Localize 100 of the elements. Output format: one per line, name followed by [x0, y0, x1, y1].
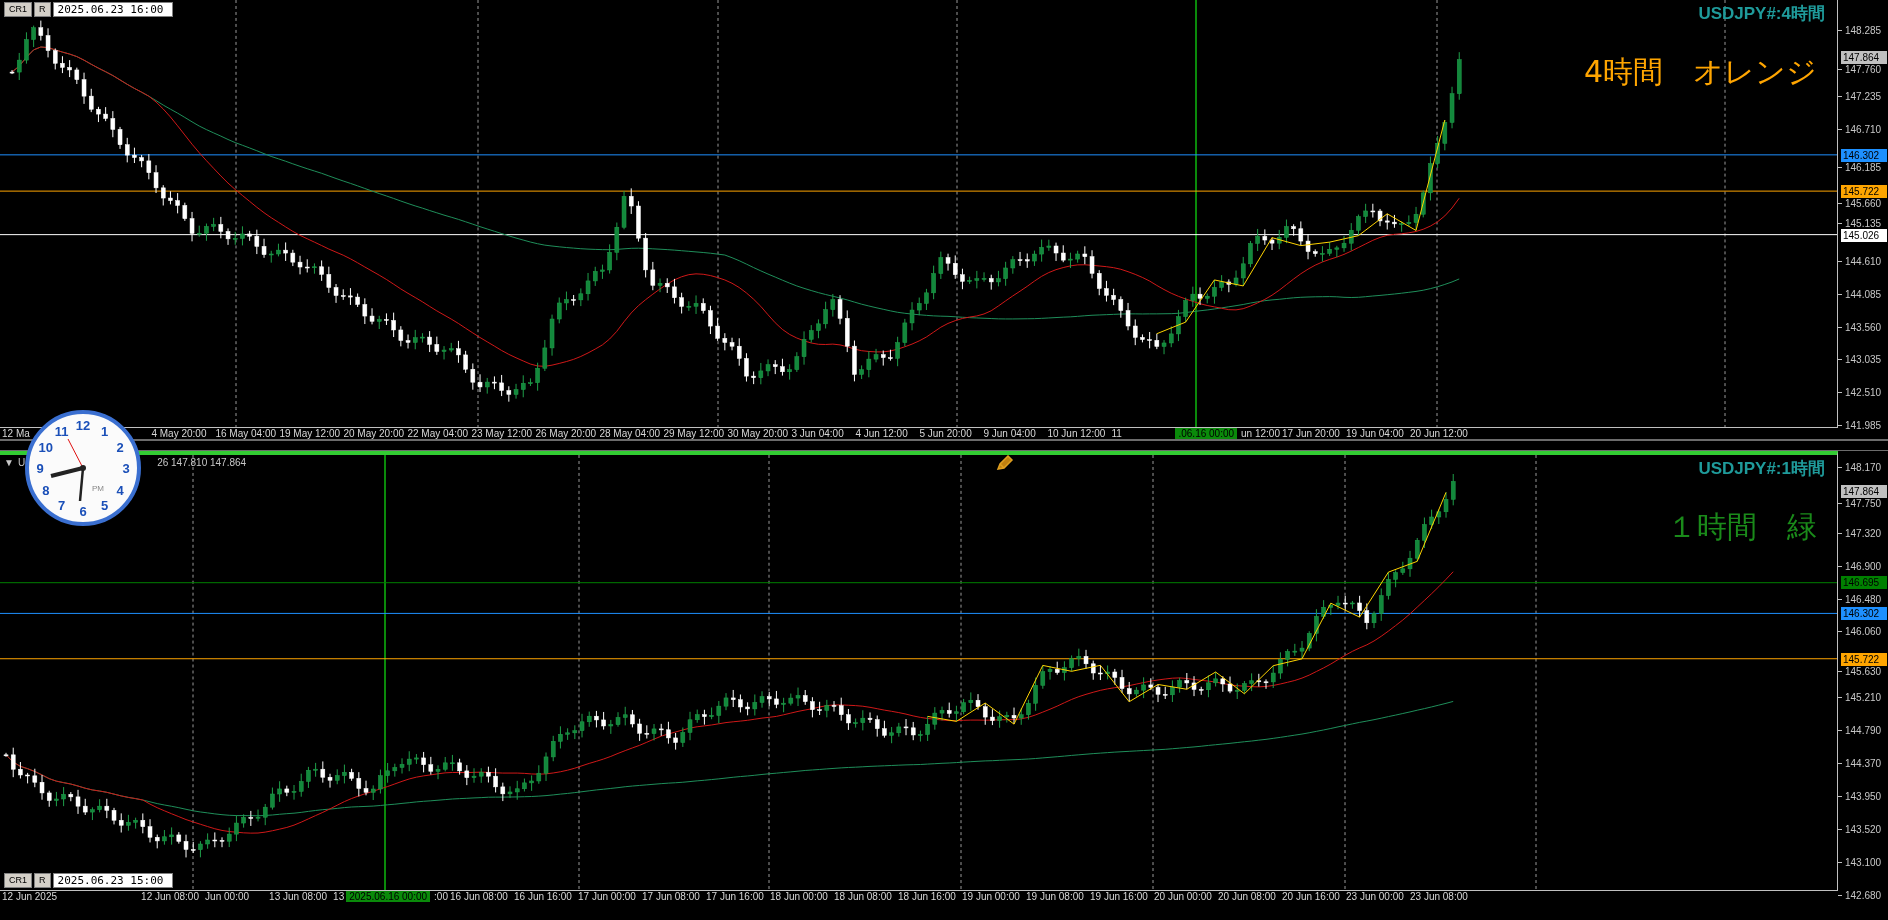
current-price-tag: 147.864	[1841, 50, 1887, 64]
price-tick: 148.170	[1838, 461, 1882, 474]
time-label: 17 Jun 00:00	[578, 891, 637, 902]
time-label: 11	[1111, 428, 1123, 439]
time-label: :00	[434, 891, 449, 902]
time-label: 12 Ma	[1, 428, 30, 439]
time-label: 13	[333, 891, 346, 902]
price-tag: 146.302	[1841, 148, 1887, 162]
time-label: 20 Jun 12:00	[1410, 428, 1469, 439]
chart-title: USDJPY#:4時間	[1698, 3, 1825, 25]
clock-numeral: 10	[38, 439, 53, 455]
price-tick: 143.950	[1838, 790, 1882, 803]
time-label: 22 May 04:00	[407, 428, 470, 439]
time-label: 16 Jun 16:00	[514, 891, 573, 902]
time-marker-label: .06.16 00:00	[1175, 428, 1238, 439]
chart-note: 4時間 オレンジ	[1583, 53, 1817, 91]
price-tick: 144.370	[1838, 757, 1882, 770]
clock-numeral: 7	[57, 498, 66, 514]
chart-title: USDJPY#:1時間	[1698, 458, 1825, 480]
price-tick: 142.510	[1838, 386, 1882, 399]
clock-numeral: 3	[122, 461, 130, 476]
chart-button[interactable]: CR1	[4, 2, 32, 17]
clock-numeral: 12	[75, 418, 91, 433]
time-label: 18 Jun 16:00	[898, 891, 957, 902]
time-label: 26 May 20:00	[535, 428, 598, 439]
time-label: 18 Jun 00:00	[770, 891, 829, 902]
time-label: 29 May 12:00	[663, 428, 726, 439]
time-label: 18 Jun 08:00	[834, 891, 893, 902]
time-marker-label: 2025.06.16 00:00	[346, 891, 431, 902]
symbol-label: U	[17, 457, 26, 468]
price-tick: 147.750	[1838, 497, 1882, 510]
time-label: 20 Jun 08:00	[1218, 891, 1277, 902]
price-tick: 144.085	[1838, 288, 1882, 301]
time-label: 4 Jun 12:00	[855, 428, 909, 439]
price-tick: 143.560	[1838, 321, 1882, 334]
price-tick: 147.760	[1838, 63, 1882, 76]
time-label: un 12:00	[1241, 428, 1281, 439]
clock-numeral: 1	[100, 423, 109, 439]
time-label: 16 Jun 08:00	[450, 891, 509, 902]
time-label: 20 Jun 16:00	[1282, 891, 1341, 902]
price-tick: 143.035	[1838, 353, 1882, 366]
time-label: 3 Jun 04:00	[791, 428, 845, 439]
time-label: 23 Jun 00:00	[1346, 891, 1405, 902]
time-field[interactable]: 2025.06.23 15:00	[52, 873, 173, 888]
current-price-tag: 147.864	[1841, 484, 1887, 498]
time-label: 17 Jun 20:00	[1282, 428, 1341, 439]
time-label: 5 Jun 20:00	[919, 428, 973, 439]
price-tick: 146.185	[1838, 161, 1882, 174]
chart-button[interactable]: R	[34, 2, 51, 17]
price-tick: 147.320	[1838, 527, 1882, 540]
clock-numeral: 9	[36, 461, 44, 476]
price-tick: 146.480	[1838, 593, 1882, 606]
clock-numeral: 4	[116, 482, 124, 498]
chart-button[interactable]: CR1	[4, 873, 32, 888]
price-tick: 145.660	[1838, 197, 1882, 210]
price-tag: 146.695	[1841, 576, 1887, 590]
price-tick: 145.135	[1838, 217, 1882, 230]
time-label: 19 Jun 00:00	[962, 891, 1021, 902]
clock-numeral: 2	[116, 439, 124, 455]
time-label: 17 Jun 08:00	[642, 891, 701, 902]
time-label: 23 May 12:00	[471, 428, 534, 439]
clock-numeral: 11	[54, 423, 69, 439]
price-tick: 143.520	[1838, 823, 1882, 836]
price-tick: 146.710	[1838, 123, 1882, 136]
time-label: 20 Jun 00:00	[1154, 891, 1213, 902]
price-tick: 148.285	[1838, 24, 1882, 37]
time-label: 17 Jun 16:00	[706, 891, 765, 902]
price-tick: 147.235	[1838, 90, 1882, 103]
price-tick: 143.100	[1838, 856, 1882, 869]
time-label: 16 May 04:00	[215, 428, 278, 439]
time-label: 19 Jun 16:00	[1090, 891, 1149, 902]
price-tag: 145.722	[1841, 185, 1887, 199]
price-tick: 145.630	[1838, 665, 1882, 678]
time-label: 13 Jun 08:00	[269, 891, 328, 902]
price-tick: 144.790	[1838, 724, 1882, 737]
clock-numeral: 6	[79, 504, 87, 519]
time-label: 9 Jun 04:00	[983, 428, 1037, 439]
time-label: 20 May 20:00	[343, 428, 406, 439]
price-tag: 146.302	[1841, 607, 1887, 621]
price-tick: 142.680	[1838, 889, 1882, 902]
price-tick: 146.060	[1838, 625, 1882, 638]
chart-note: １時間 緑	[1667, 508, 1817, 546]
time-label: 4 May 20:00	[151, 428, 208, 439]
time-label: 19 Jun 08:00	[1026, 891, 1085, 902]
price-tick: 145.210	[1838, 691, 1882, 704]
time-label: 10 Jun 12:00	[1047, 428, 1107, 439]
chart-button[interactable]: R	[34, 873, 51, 888]
price-tag: 145.026	[1841, 228, 1887, 242]
clock-numeral: 8	[42, 482, 50, 498]
time-label: 23 Jun 08:00	[1410, 891, 1469, 902]
time-label: 28 May 04:00	[599, 428, 662, 439]
time-label: 12 Jun 08:00	[141, 891, 200, 902]
time-field[interactable]: 2025.06.23 16:00	[52, 2, 173, 17]
time-label: 30 May 20:00	[727, 428, 790, 439]
collapse-toggle[interactable]: ▼	[4, 457, 14, 468]
price-tick: 144.610	[1838, 255, 1882, 268]
time-label: 12 Jun 2025	[1, 891, 58, 902]
clock-period: PM	[92, 484, 104, 493]
price-tick: 146.900	[1838, 560, 1882, 573]
time-label: 19 May 12:00	[279, 428, 342, 439]
